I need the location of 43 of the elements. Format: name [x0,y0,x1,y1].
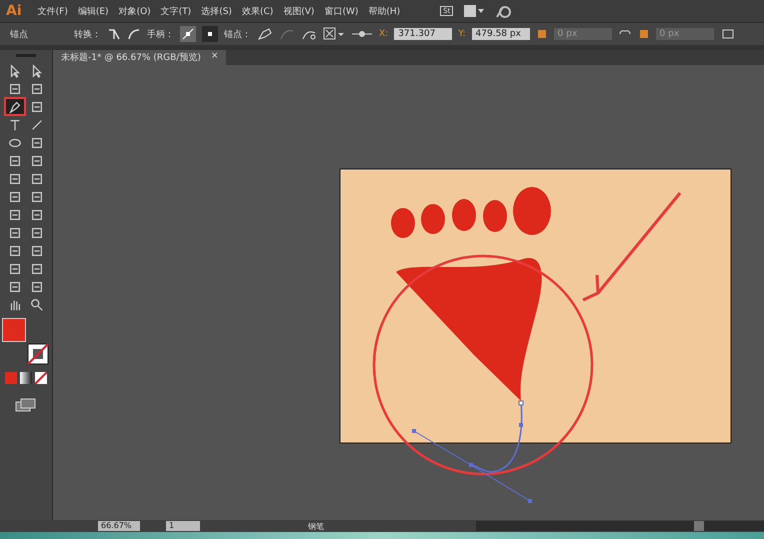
tool-button[interactable] [6,99,24,114]
gradient-mode-button[interactable] [20,372,32,384]
anchor-label: 锚点： [224,28,251,40]
menu-item[interactable]: 文字(T) [160,4,192,18]
align-icon[interactable] [323,27,345,41]
hide-handles-icon[interactable] [202,26,218,42]
convert-label: 转换： [74,28,101,40]
color-mode-button[interactable] [5,372,17,384]
corner-point-icon[interactable] [107,27,121,41]
y-field[interactable]: 479.58 px [472,28,530,40]
show-handles-icon[interactable] [180,26,196,42]
pen-icon[interactable] [257,27,273,41]
none-mode-button[interactable] [35,372,47,384]
menu-item[interactable]: 效果(C) [242,4,274,18]
document-tab[interactable]: 未标题-1* @ 66.67% (RGB/预览) × [53,50,226,65]
screen-mode-icon[interactable] [15,398,37,412]
menu-item[interactable]: 文件(F) [38,4,68,18]
menu-item[interactable]: 帮助(H) [368,4,400,18]
stroke-swatch[interactable] [26,342,50,366]
height-icon [638,28,650,40]
width-icon [536,28,548,40]
workspace-icon[interactable] [463,4,486,18]
current-tool-label: 钢笔 [308,520,325,532]
zoom-field[interactable]: 66.67% [98,521,140,531]
transform-icon[interactable] [720,27,736,41]
menu-item[interactable]: 窗口(W) [324,4,358,18]
sync-icon[interactable] [495,3,514,19]
handle-label: 手柄： [147,28,174,40]
app-logo: Ai [6,3,22,19]
anchor-label: 锚点 [10,28,29,40]
close-tab-button[interactable]: × [210,51,218,64]
horizontal-scrollbar[interactable] [476,521,764,531]
y-label: Y: [458,29,466,39]
menu-item[interactable]: 对象(O) [118,4,151,18]
menu-item[interactable]: 视图(V) [283,4,314,18]
fill-swatch[interactable] [2,318,26,342]
x-field[interactable]: 371.307 [394,28,452,40]
x-label: X: [379,29,388,39]
connect-icon[interactable] [351,29,373,39]
menu-item[interactable]: 选择(S) [201,4,232,18]
menu-item[interactable]: 编辑(E) [78,4,109,18]
smooth-point-icon[interactable] [127,27,141,41]
page-field[interactable]: 1 [166,521,200,531]
